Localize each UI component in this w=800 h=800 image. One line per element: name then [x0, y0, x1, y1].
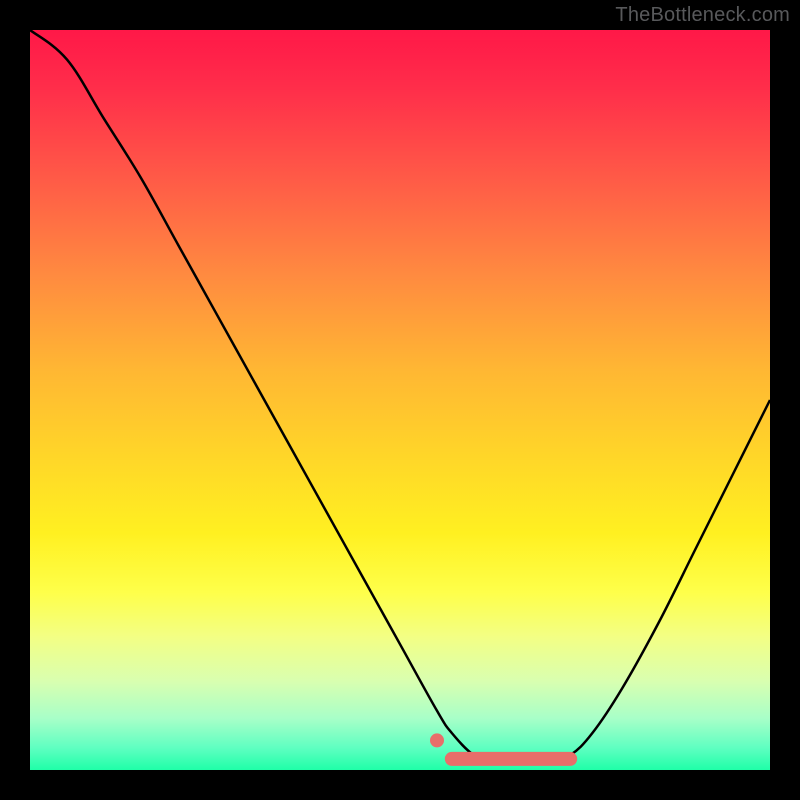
plot-area — [30, 30, 770, 770]
curve-svg — [30, 30, 770, 770]
bottleneck-curve — [30, 30, 770, 763]
optimal-start-dot — [430, 733, 444, 747]
chart-container: TheBottleneck.com — [0, 0, 800, 800]
watermark-text: TheBottleneck.com — [615, 4, 790, 27]
